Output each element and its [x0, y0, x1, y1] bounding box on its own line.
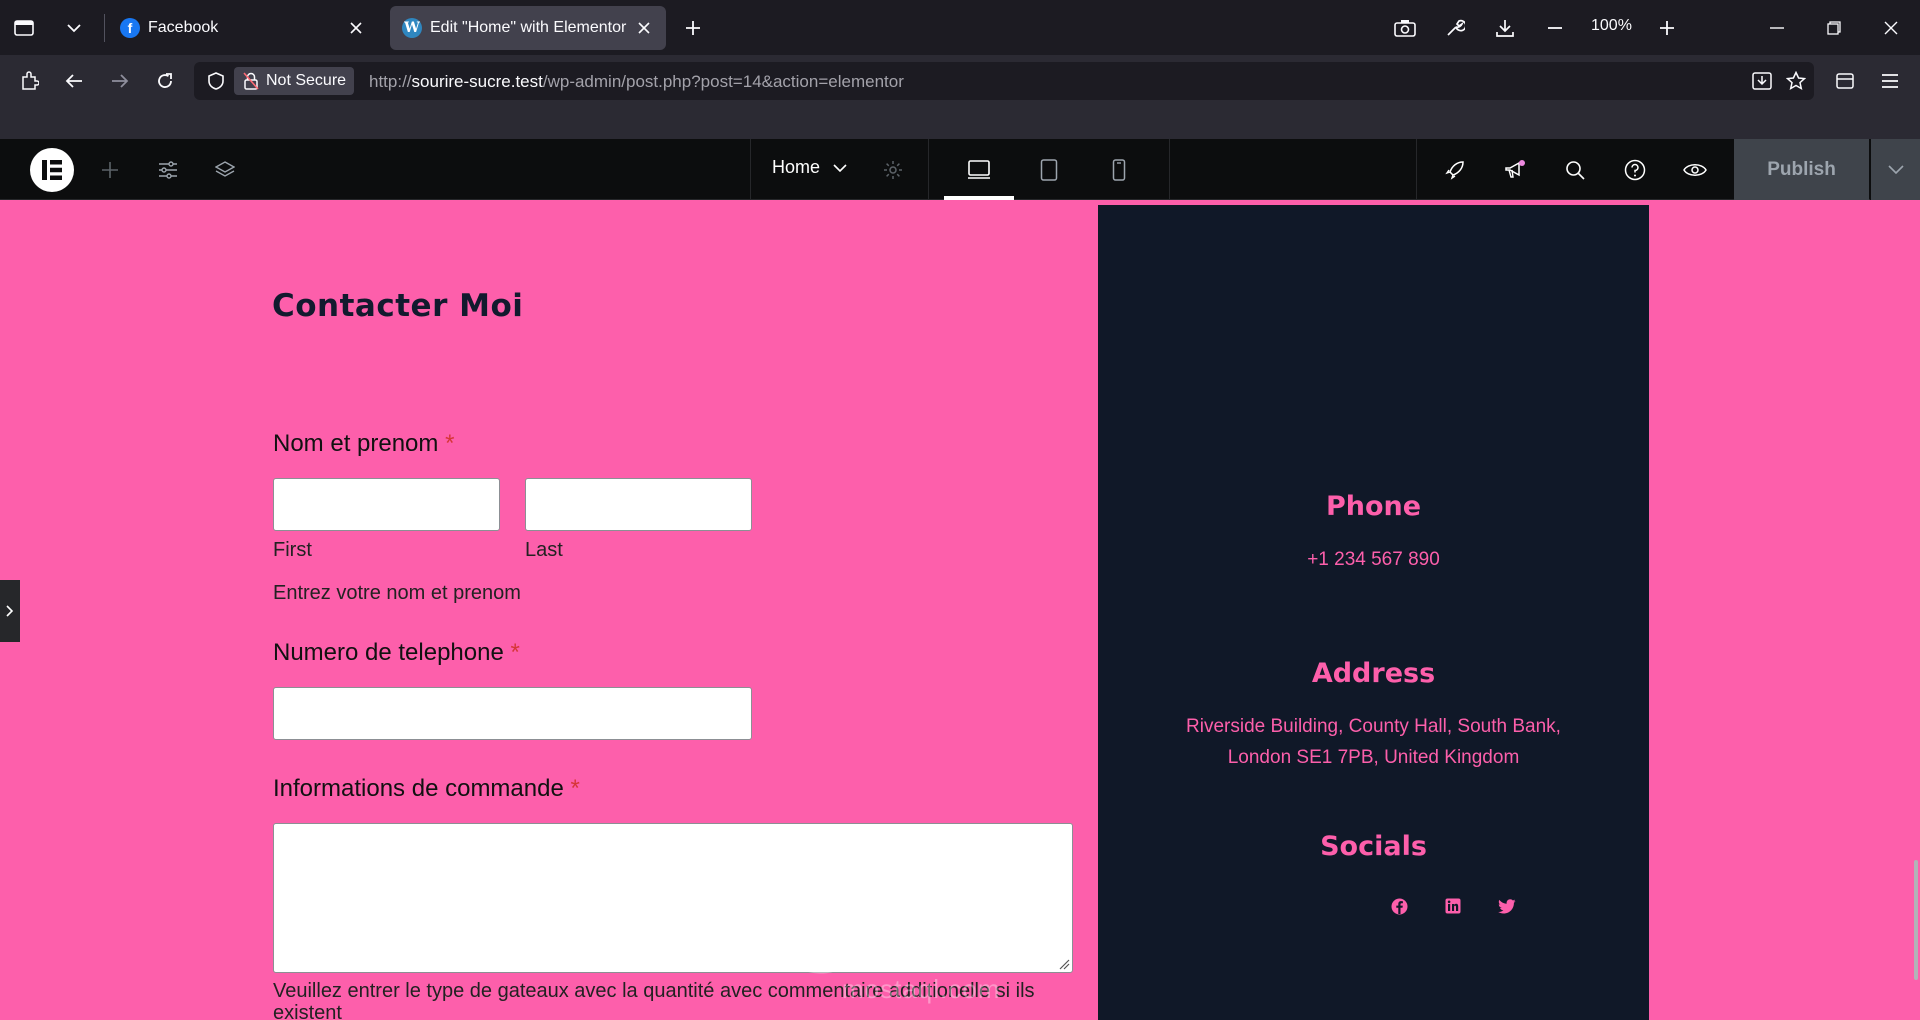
phone-input[interactable] — [273, 687, 752, 740]
address-line-1: Riverside Building, County Hall, South B… — [1186, 716, 1561, 737]
close-tab-icon[interactable] — [634, 18, 654, 38]
tab-separator — [104, 14, 105, 42]
navigator-layers-icon[interactable] — [208, 153, 242, 187]
name-label-text: Nom et prenom — [273, 430, 439, 457]
divider — [928, 139, 929, 200]
name-label: Nom et prenom * — [273, 430, 454, 458]
preview-eye-icon[interactable] — [1678, 153, 1712, 187]
last-sublabel: Last — [525, 539, 563, 561]
whats-new-megaphone-icon[interactable] — [1498, 153, 1532, 187]
url-scheme: http:// — [369, 72, 412, 91]
divider — [1416, 139, 1417, 200]
downloads-icon[interactable] — [1489, 12, 1521, 44]
browser-nav-bar: Not Secure http://sourire-sucre.test/wp-… — [0, 55, 1920, 107]
required-asterisk: * — [570, 775, 580, 802]
publish-options-button[interactable] — [1870, 139, 1920, 200]
tab-elementor[interactable]: W Edit "Home" with Elementor — [390, 6, 666, 50]
form-title: Contacter Moi — [272, 288, 524, 324]
new-tab-icon[interactable] — [677, 12, 709, 44]
close-window-icon[interactable] — [1875, 12, 1907, 44]
editor-canvas: Contacter Moi Nom et prenom * First Last… — [0, 200, 1920, 1020]
last-name-input[interactable] — [525, 478, 752, 531]
tablet-device-icon[interactable] — [1032, 153, 1066, 187]
facebook-icon: f — [120, 18, 140, 38]
screenshot-icon[interactable] — [1389, 12, 1421, 44]
phone-label: Numero de telephone * — [273, 639, 520, 667]
tab-facebook[interactable]: f Facebook — [108, 6, 378, 50]
chevron-right-icon — [6, 605, 14, 617]
forward-arrow-icon[interactable] — [104, 65, 136, 97]
page-selector[interactable]: Home — [772, 157, 847, 178]
mostaql-watermark: مستقل mostaql.com — [791, 890, 1077, 1020]
tracking-protection-shield-icon[interactable] — [200, 65, 232, 97]
watermark-arabic: مستقل — [791, 890, 1077, 980]
not-secure-label: Not Secure — [266, 72, 347, 89]
required-asterisk: * — [445, 430, 455, 457]
extensions-icon[interactable] — [14, 65, 46, 97]
contact-info-panel: Phone +1 234 567 890 Address Riverside B… — [1098, 205, 1649, 1020]
elementor-logo-icon[interactable] — [30, 148, 74, 192]
insecure-lock-icon — [243, 72, 259, 90]
minimize-window-icon[interactable] — [1761, 12, 1793, 44]
desktop-device-icon[interactable] — [962, 153, 996, 187]
elementor-top-bar: Home Publish — [0, 139, 1920, 200]
canvas-scrollbar[interactable] — [1914, 860, 1918, 980]
publish-button[interactable]: Publish — [1734, 139, 1869, 200]
tab-list-chevron-icon[interactable] — [58, 12, 90, 44]
tab-title: Facebook — [148, 19, 219, 36]
wordpress-icon: W — [402, 18, 422, 38]
toolbar-spacer — [0, 107, 1920, 139]
not-secure-badge[interactable]: Not Secure — [234, 67, 355, 95]
mobile-device-icon[interactable] — [1102, 153, 1136, 187]
url-host: sourire-sucre.test — [411, 72, 543, 91]
divider — [1169, 139, 1170, 200]
add-element-icon[interactable] — [93, 153, 127, 187]
address-line-2: London SE1 7PB, United Kingdom — [1227, 747, 1520, 768]
bookmark-star-icon[interactable] — [1780, 65, 1812, 97]
firefox-view-icon[interactable] — [8, 12, 40, 44]
address-heading: Address — [1311, 658, 1436, 689]
search-icon[interactable] — [1558, 153, 1592, 187]
close-tab-icon[interactable] — [346, 18, 366, 38]
url-path: /wp-admin/post.php?post=14&action=elemen… — [542, 72, 904, 91]
phone-label-text: Numero de telephone — [273, 639, 504, 666]
socials-heading: Socials — [1320, 831, 1427, 862]
name-description: Entrez votre nom et prenom — [273, 582, 521, 604]
divider — [750, 139, 751, 200]
chevron-down-icon — [1887, 165, 1904, 174]
reload-icon[interactable] — [149, 65, 181, 97]
restore-window-icon[interactable] — [1818, 12, 1850, 44]
sidebar-toggle-icon[interactable] — [1829, 65, 1861, 97]
order-label-text: Informations de commande — [273, 775, 564, 802]
required-asterisk: * — [510, 639, 520, 666]
first-name-input[interactable] — [273, 478, 500, 531]
zoom-level[interactable]: 100% — [1591, 17, 1632, 35]
wrench-icon[interactable] — [1439, 12, 1471, 44]
install-page-icon[interactable] — [1746, 65, 1778, 97]
url-bar[interactable]: Not Secure http://sourire-sucre.test/wp-… — [194, 62, 1814, 100]
twitter-icon[interactable] — [1496, 895, 1518, 917]
zoom-out-icon[interactable] — [1539, 12, 1571, 44]
help-icon[interactable] — [1618, 153, 1652, 187]
phone-value: +1 234 567 890 — [1307, 549, 1440, 570]
page-settings-gear-icon[interactable] — [876, 153, 910, 187]
phone-heading: Phone — [1325, 491, 1422, 522]
tab-title: Edit "Home" with Elementor — [430, 19, 627, 36]
site-settings-sliders-icon[interactable] — [151, 153, 185, 187]
first-sublabel: First — [273, 539, 312, 561]
back-arrow-icon[interactable] — [58, 65, 90, 97]
chevron-down-icon — [833, 164, 847, 173]
app-menu-icon[interactable] — [1874, 65, 1906, 97]
facebook-icon[interactable] — [1388, 895, 1410, 917]
order-label: Informations de commande * — [273, 775, 580, 803]
url-text[interactable]: http://sourire-sucre.test/wp-admin/post.… — [369, 72, 904, 92]
page-name: Home — [772, 157, 821, 177]
browser-tab-bar: f Facebook W Edit "Home" with Elementor … — [0, 0, 1920, 55]
open-panel-toggle[interactable] — [0, 580, 20, 642]
zoom-in-icon[interactable] — [1651, 12, 1683, 44]
linkedin-icon[interactable] — [1442, 895, 1464, 917]
rocket-icon[interactable] — [1438, 153, 1472, 187]
